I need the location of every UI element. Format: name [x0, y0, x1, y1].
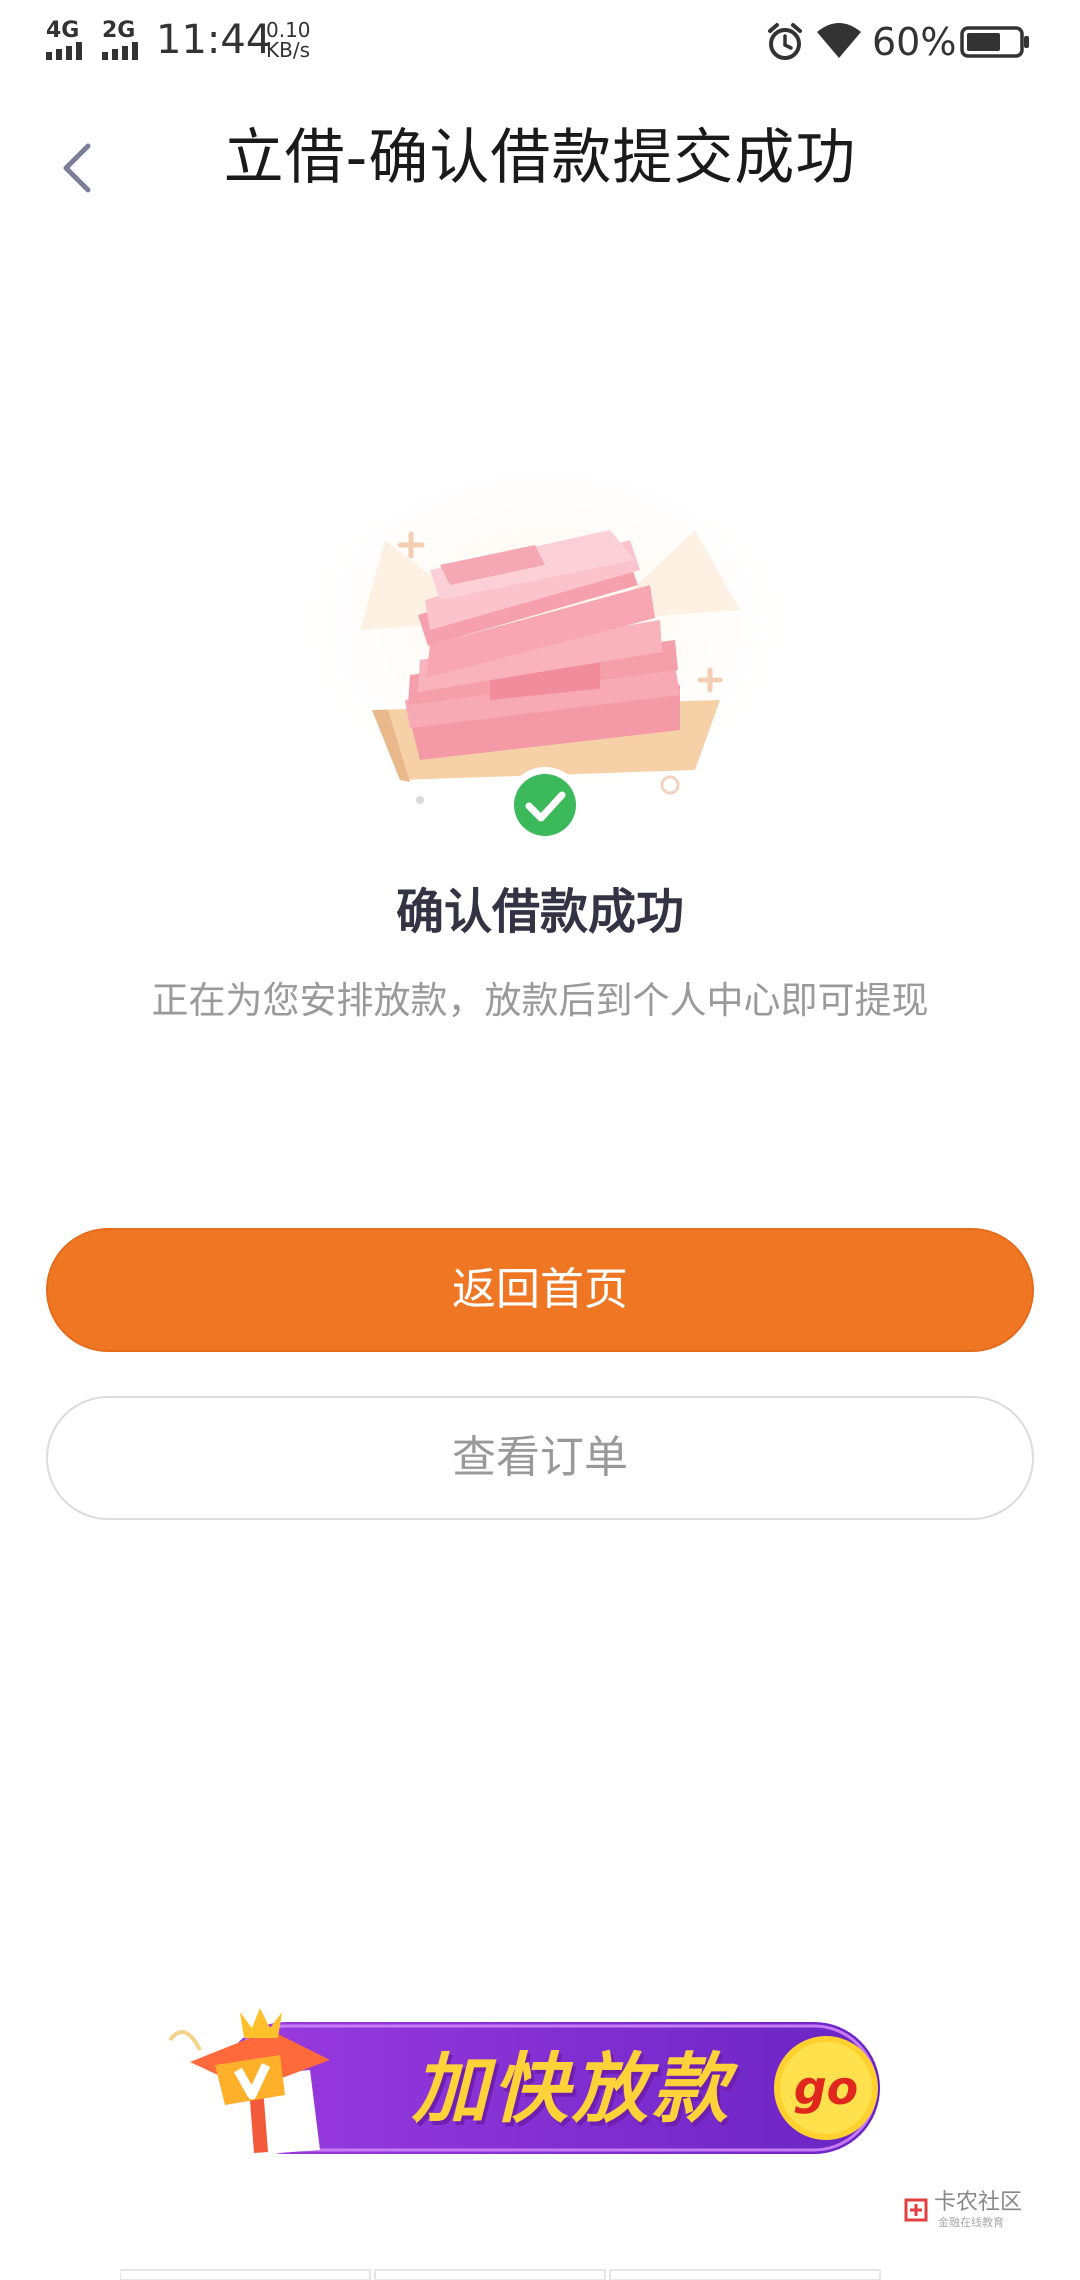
signal-bars-icon	[46, 42, 82, 60]
banner-text: 加快放款	[412, 2044, 732, 2133]
network-type-1: 4G	[46, 18, 80, 43]
network-speed: 0.10 KB/s	[266, 20, 311, 60]
battery-percent: 60%	[872, 20, 957, 64]
watermark-subtext: 金融在线教育	[938, 2216, 1004, 2229]
page-title: 立借-确认借款提交成功	[223, 123, 857, 193]
back-to-home-button[interactable]: 返回首页	[46, 1228, 1034, 1352]
go-label: go	[793, 2061, 859, 2115]
wifi-icon	[817, 23, 861, 58]
network-type-2: 2G	[102, 18, 136, 43]
alarm-icon	[768, 23, 802, 60]
signal-bars-icon	[102, 42, 138, 60]
result-heading: 确认借款成功	[395, 884, 684, 940]
watermark-logo-icon	[904, 2198, 928, 2222]
network-speed-value: 0.10	[266, 18, 311, 42]
status-time: 11:44	[156, 17, 272, 63]
money-success-illustration	[305, 470, 785, 840]
status-bar: 4G 2G 11:44 0.10 KB/s 60%	[0, 0, 1080, 86]
result-message: 正在为您安排放款，放款后到个人中心即可提现	[151, 979, 929, 1022]
bottom-edge-divider	[120, 2269, 881, 2280]
watermark-text: 卡农社区	[934, 2190, 1023, 2215]
battery-icon	[960, 26, 1029, 58]
view-order-button[interactable]: 查看订单	[46, 1396, 1034, 1520]
network-speed-unit: KB/s	[266, 38, 310, 62]
